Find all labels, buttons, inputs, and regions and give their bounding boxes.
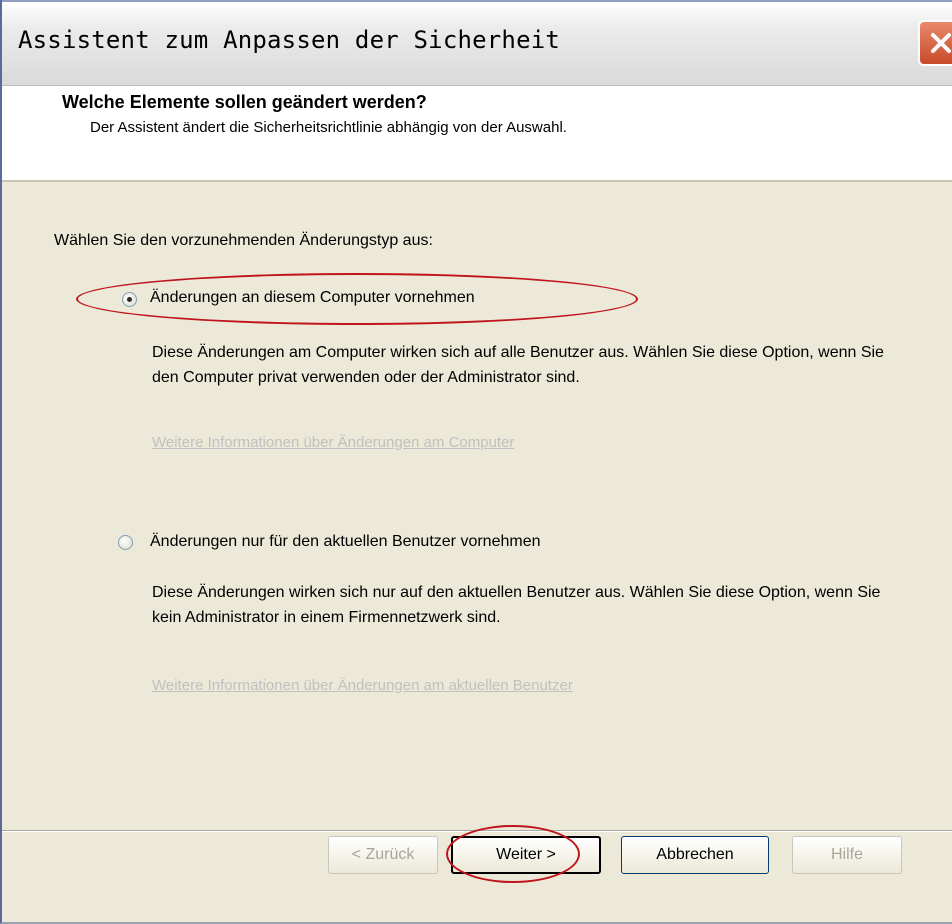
- title-bar[interactable]: Assistent zum Anpassen der Sicherheit: [2, 0, 952, 86]
- header-subtitle: Der Assistent ändert die Sicherheitsrich…: [90, 119, 567, 136]
- radio-computer-changes[interactable]: [122, 292, 137, 307]
- option-current-user-description: Diese Änderungen wirken sich nur auf den…: [152, 584, 881, 626]
- option-current-user-label[interactable]: Änderungen nur für den aktuellen Benutze…: [150, 533, 540, 551]
- next-button[interactable]: Weiter >: [451, 836, 601, 874]
- link-current-user-info[interactable]: Weitere Informationen über Änderungen am…: [152, 677, 573, 694]
- back-button[interactable]: < Zurück: [328, 836, 438, 874]
- window-title: Assistent zum Anpassen der Sicherheit: [18, 26, 561, 54]
- wizard-header: Welche Elemente sollen geändert werden? …: [2, 86, 952, 182]
- option-computer-description: Diese Änderungen am Computer wirken sich…: [152, 344, 884, 386]
- link-computer-info[interactable]: Weitere Informationen über Änderungen am…: [152, 434, 514, 451]
- option-computer-label[interactable]: Änderungen an diesem Computer vornehmen: [150, 289, 475, 307]
- change-type-prompt: Wählen Sie den vorzunehmenden Änderungst…: [54, 232, 433, 249]
- security-wizard-window: Assistent zum Anpassen der Sicherheit We…: [0, 0, 952, 924]
- footer-divider: [2, 830, 952, 832]
- close-button[interactable]: [918, 20, 952, 66]
- radio-current-user-changes[interactable]: [118, 535, 133, 550]
- header-title: Welche Elemente sollen geändert werden?: [62, 92, 427, 112]
- cancel-button[interactable]: Abbrechen: [621, 836, 769, 874]
- help-button[interactable]: Hilfe: [792, 836, 902, 874]
